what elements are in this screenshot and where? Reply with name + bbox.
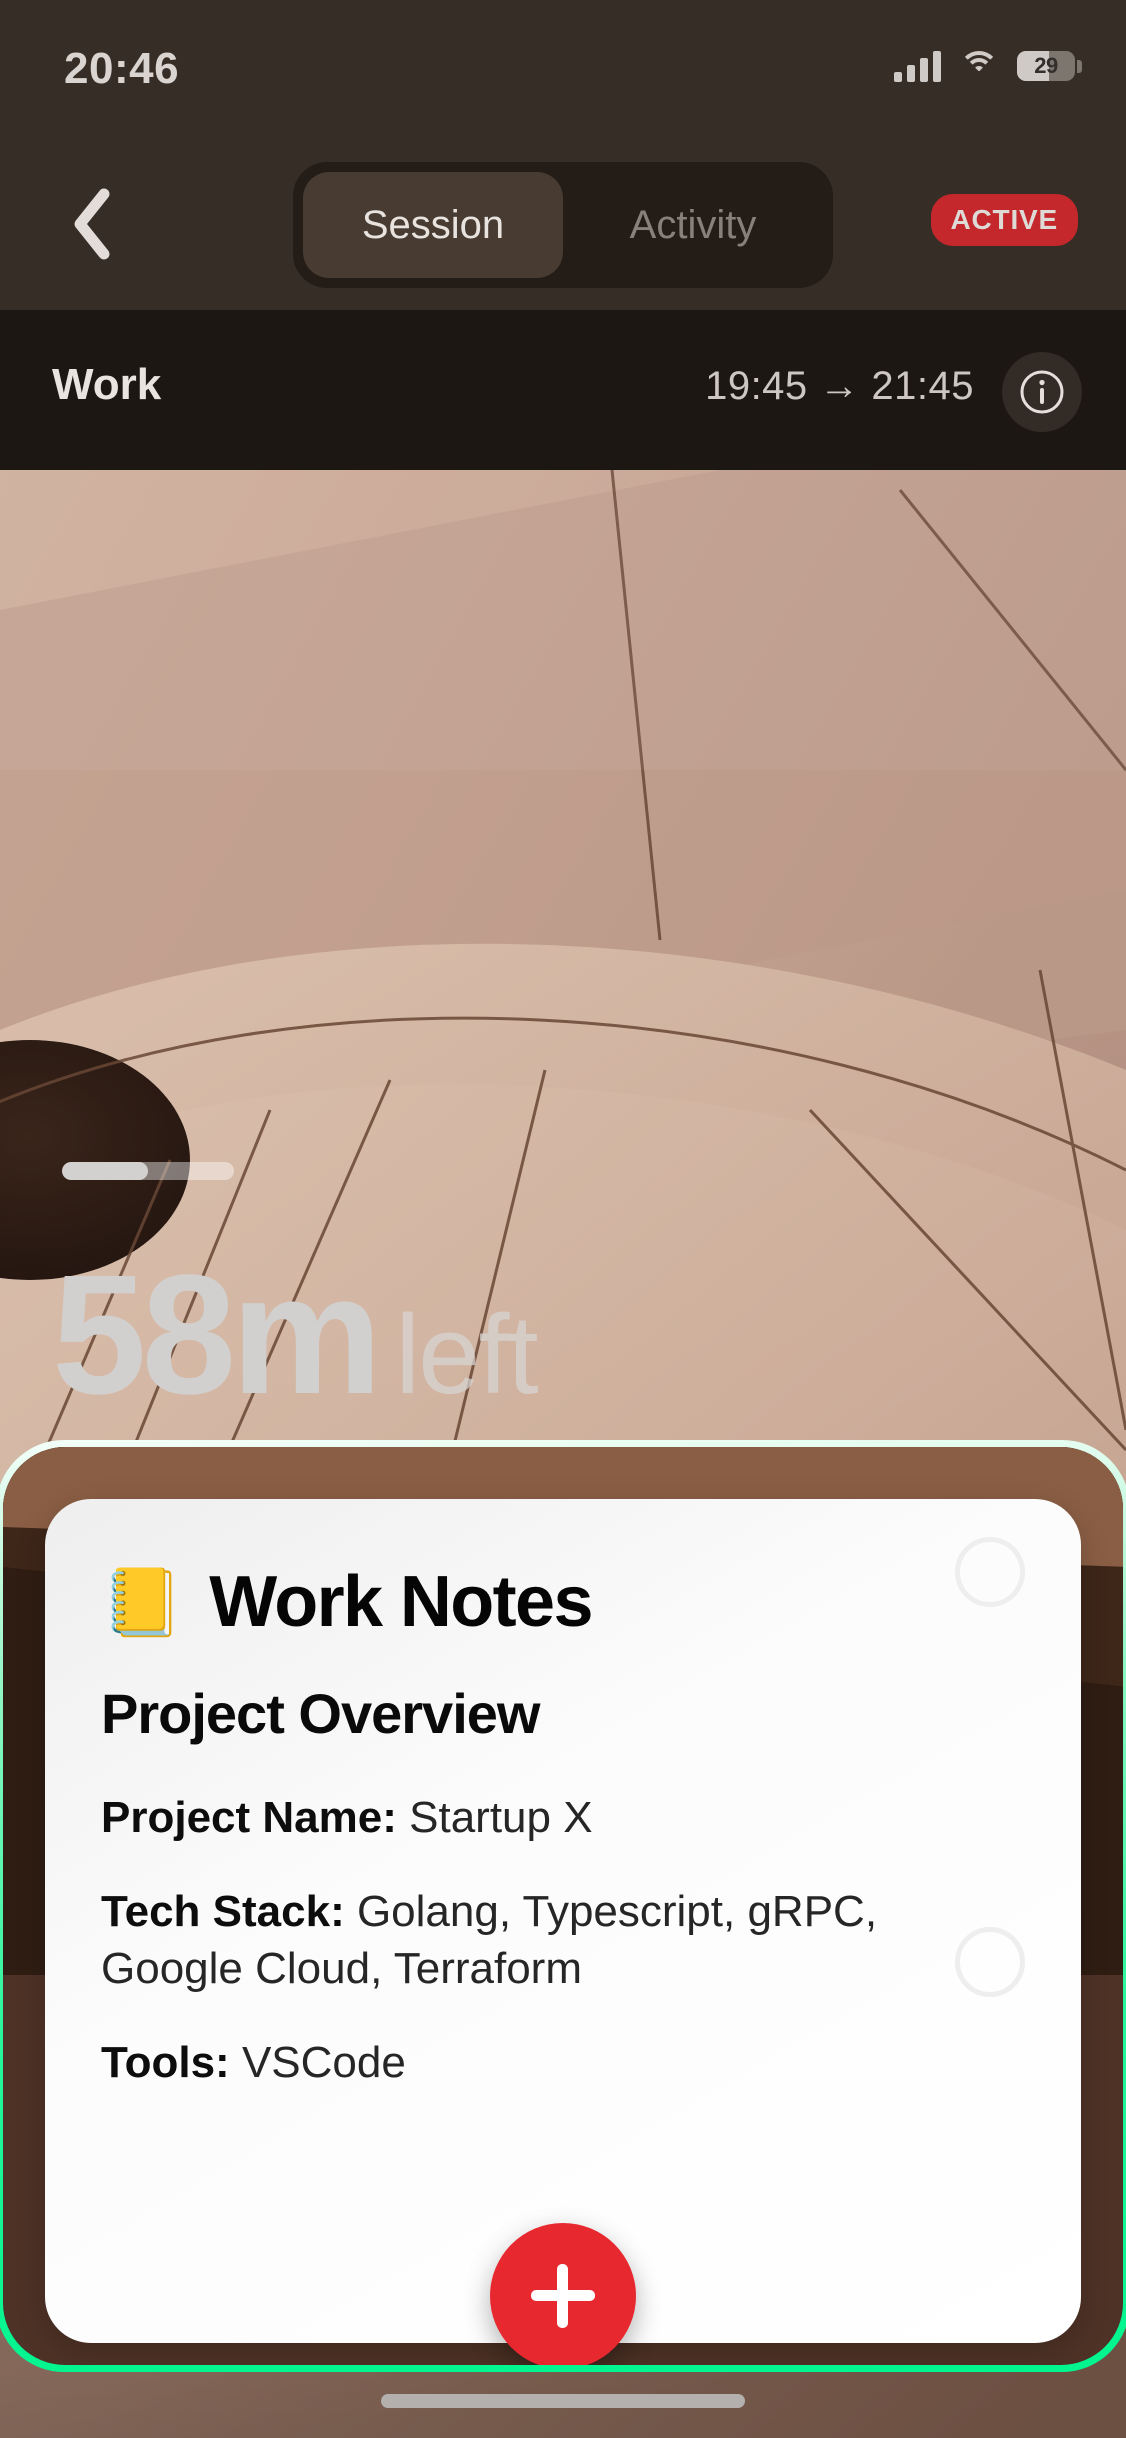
note-toggle-circle-top[interactable] — [955, 1537, 1025, 1607]
session-info-button[interactable] — [1002, 352, 1082, 432]
add-button[interactable] — [490, 2223, 636, 2365]
tab-activity[interactable]: Activity — [563, 172, 823, 278]
back-button[interactable] — [52, 184, 132, 264]
chevron-left-icon — [74, 188, 110, 260]
note-field-value: VSCode — [241, 2037, 406, 2087]
note-title: Work Notes — [209, 1562, 593, 1642]
note-field-tools: Tools: VSCode — [101, 2035, 1025, 2091]
note-sheet: 📒 Work Notes Project Overview Project Na… — [0, 1440, 1126, 2372]
note-field-label: Project Name: — [101, 1793, 397, 1842]
note-section-heading: Project Overview — [101, 1682, 540, 1745]
note-toggle-circle-bottom[interactable] — [955, 1927, 1025, 1997]
ledger-notebook-icon: 📒 — [101, 1565, 184, 1639]
note-field-label: Tech Stack: — [101, 1887, 345, 1937]
tab-session[interactable]: Session — [303, 172, 563, 278]
tab-activity-label: Activity — [629, 202, 757, 247]
home-indicator[interactable] — [381, 2394, 745, 2408]
status-bar-icons: 29 — [894, 50, 1082, 82]
note-field-project-name: Project Name: Startup X — [101, 1790, 1025, 1846]
note-field-value: Startup X — [409, 1793, 593, 1842]
plus-icon — [531, 2264, 595, 2328]
tab-session-label: Session — [361, 202, 505, 247]
session-title: Work — [52, 360, 162, 409]
time-remaining-value: 58m — [52, 1240, 382, 1430]
phone-screen: 20:46 29 Session Activity ACTIVE Work 19… — [0, 0, 1126, 2438]
session-progress-bar — [62, 1162, 234, 1180]
status-badge[interactable]: ACTIVE — [930, 194, 1078, 246]
session-info-bar: Work 19:45 → 21:45 — [0, 310, 1126, 470]
note-sheet-inner: 📒 Work Notes Project Overview Project Na… — [3, 1447, 1123, 2365]
session-time-range: 19:45 → 21:45 — [705, 364, 974, 408]
cellular-signal-icon — [894, 50, 941, 82]
time-remaining: 58m left — [52, 1240, 539, 1430]
session-progress-fill — [62, 1162, 148, 1180]
session-activity-segmented-control[interactable]: Session Activity — [293, 162, 833, 288]
status-bar-clock: 20:46 — [64, 44, 180, 93]
note-field-tech-stack: Tech Stack: Golang, Typescript, gRPC, Go… — [101, 1884, 1025, 1997]
time-remaining-suffix: left — [395, 1292, 538, 1417]
wifi-icon — [959, 51, 999, 81]
note-header: 📒 Work Notes — [101, 1561, 1025, 1643]
battery-percent-label: 29 — [1034, 53, 1058, 78]
note-field-label: Tools: — [101, 2037, 230, 2087]
battery-icon: 29 — [1017, 51, 1082, 81]
note-card[interactable]: 📒 Work Notes Project Overview Project Na… — [45, 1499, 1081, 2343]
info-circle-icon — [1020, 370, 1064, 414]
status-bar: 20:46 29 — [0, 0, 1126, 140]
nav-bar: Session Activity ACTIVE — [0, 140, 1126, 310]
